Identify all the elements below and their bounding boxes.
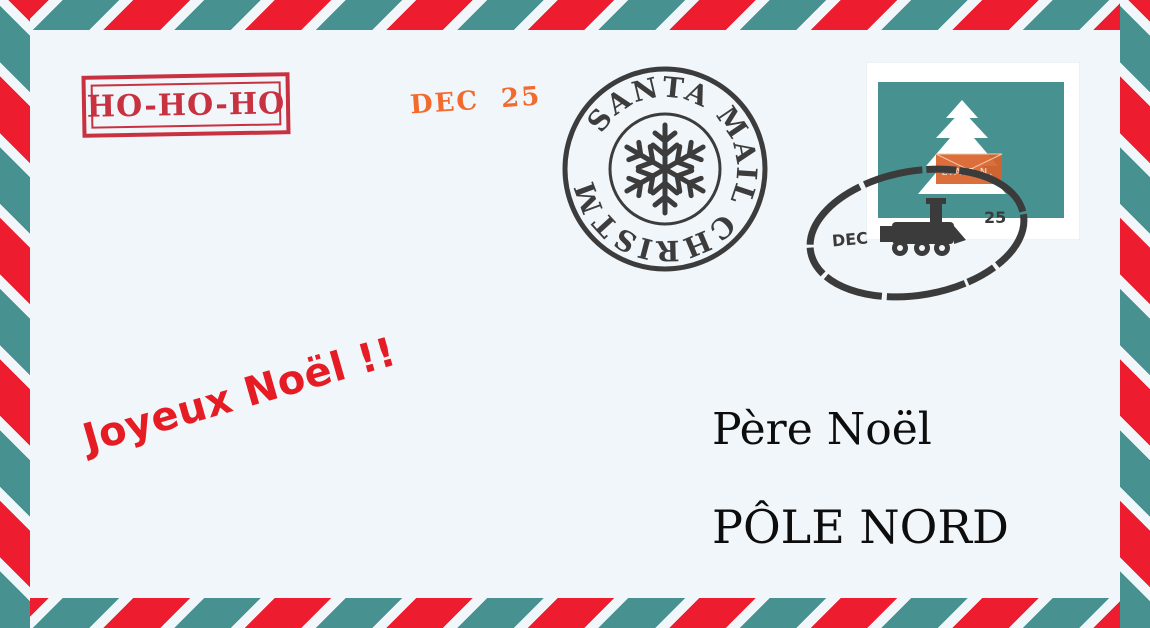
airmail-border-left: [0, 0, 30, 628]
recipient-place: PÔLE NORD: [712, 500, 1009, 554]
snowflake-icon: [621, 122, 709, 213]
airmail-border-top: [0, 0, 1150, 30]
hohoho-stamp: HO-HO-HO: [81, 72, 291, 138]
hohoho-stamp-text: HO-HO-HO: [86, 85, 286, 125]
cancellation-month: DEC: [831, 228, 869, 251]
train-icon: [880, 198, 966, 256]
santa-mail-postmark: SANTA MAIL CHRISTMAS: [560, 64, 768, 272]
airmail-border-bottom: [0, 598, 1150, 628]
cancellation-day: 25: [984, 208, 1007, 227]
envelope: HO-HO-HO DEC 25 SANTA MAIL CHRISTMAS: [0, 0, 1150, 628]
recipient-name: Père Noël: [712, 404, 932, 455]
airmail-border-right: [1120, 0, 1150, 628]
